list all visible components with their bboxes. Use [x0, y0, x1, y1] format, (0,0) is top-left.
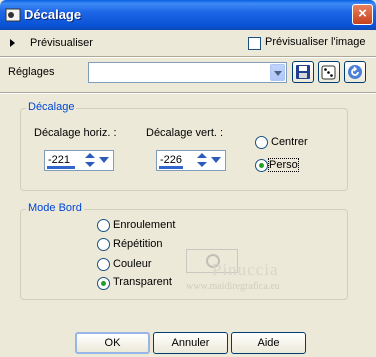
reset-arrow-icon — [348, 65, 362, 79]
wrap-radio[interactable] — [97, 219, 110, 232]
transparent-radio-label[interactable]: Transparent — [113, 276, 172, 288]
separator — [0, 56, 376, 58]
horizontal-offset-label: Décalage horiz. : — [34, 127, 117, 139]
separator — [0, 92, 376, 94]
edge-mode-group — [20, 209, 348, 300]
chevron-down-icon[interactable] — [270, 64, 285, 81]
help-button[interactable]: Aide — [231, 332, 306, 354]
wrap-radio-label[interactable]: Enroulement — [113, 219, 175, 231]
settings-label: Réglages — [8, 66, 55, 78]
horizontal-offset-input[interactable]: -221 — [44, 150, 114, 171]
center-radio-label[interactable]: Centrer — [271, 136, 308, 148]
repeat-radio[interactable] — [97, 238, 110, 251]
vertical-offset-label: Décalage vert. : — [146, 127, 224, 139]
settings-combo[interactable] — [88, 62, 287, 83]
ok-button[interactable]: OK — [75, 332, 150, 354]
vertical-offset-stepper[interactable] — [196, 152, 208, 169]
preview-image-label[interactable]: Prévisualiser l'image — [265, 36, 366, 48]
vertical-offset-dropdown-icon[interactable] — [209, 152, 224, 169]
title-bar[interactable]: Décalage × — [0, 0, 376, 30]
watermark-name: Pinuccia — [212, 260, 279, 279]
edge-mode-group-legend: Mode Bord — [26, 202, 84, 214]
offset-group-legend: Décalage — [26, 101, 77, 113]
random-settings-button[interactable] — [318, 61, 340, 83]
horizontal-offset-slider-bar[interactable] — [47, 166, 75, 169]
watermark-url: www.maidiregrafica.eu — [186, 281, 280, 292]
reset-settings-button[interactable] — [344, 61, 366, 83]
expand-arrow-icon[interactable] — [10, 39, 15, 47]
window-title: Décalage — [24, 7, 82, 22]
save-settings-button[interactable] — [292, 61, 314, 83]
vertical-offset-slider-bar[interactable] — [159, 166, 183, 169]
close-button[interactable]: × — [352, 4, 373, 25]
horizontal-offset-dropdown-icon[interactable] — [97, 152, 112, 169]
preview-image-checkbox[interactable] — [248, 37, 261, 50]
repeat-radio-label[interactable]: Répétition — [113, 238, 163, 250]
color-radio-label[interactable]: Couleur — [113, 258, 152, 270]
transparent-radio[interactable] — [97, 277, 110, 290]
preview-row: Prévisualiser Prévisualiser l'image — [0, 30, 376, 56]
custom-radio-label[interactable]: Perso — [268, 158, 299, 172]
app-icon — [5, 8, 21, 22]
center-radio[interactable] — [255, 136, 268, 149]
vertical-offset-input[interactable]: -226 — [156, 150, 226, 171]
horizontal-offset-value: -221 — [48, 154, 71, 166]
preview-label[interactable]: Prévisualiser — [30, 37, 93, 49]
dice-icon — [321, 65, 336, 80]
floppy-disk-icon — [296, 65, 310, 79]
vertical-offset-value: -226 — [160, 154, 183, 166]
color-radio[interactable] — [97, 258, 110, 271]
cancel-button[interactable]: Annuler — [153, 332, 228, 354]
custom-radio[interactable] — [255, 159, 268, 172]
horizontal-offset-stepper[interactable] — [84, 152, 96, 169]
